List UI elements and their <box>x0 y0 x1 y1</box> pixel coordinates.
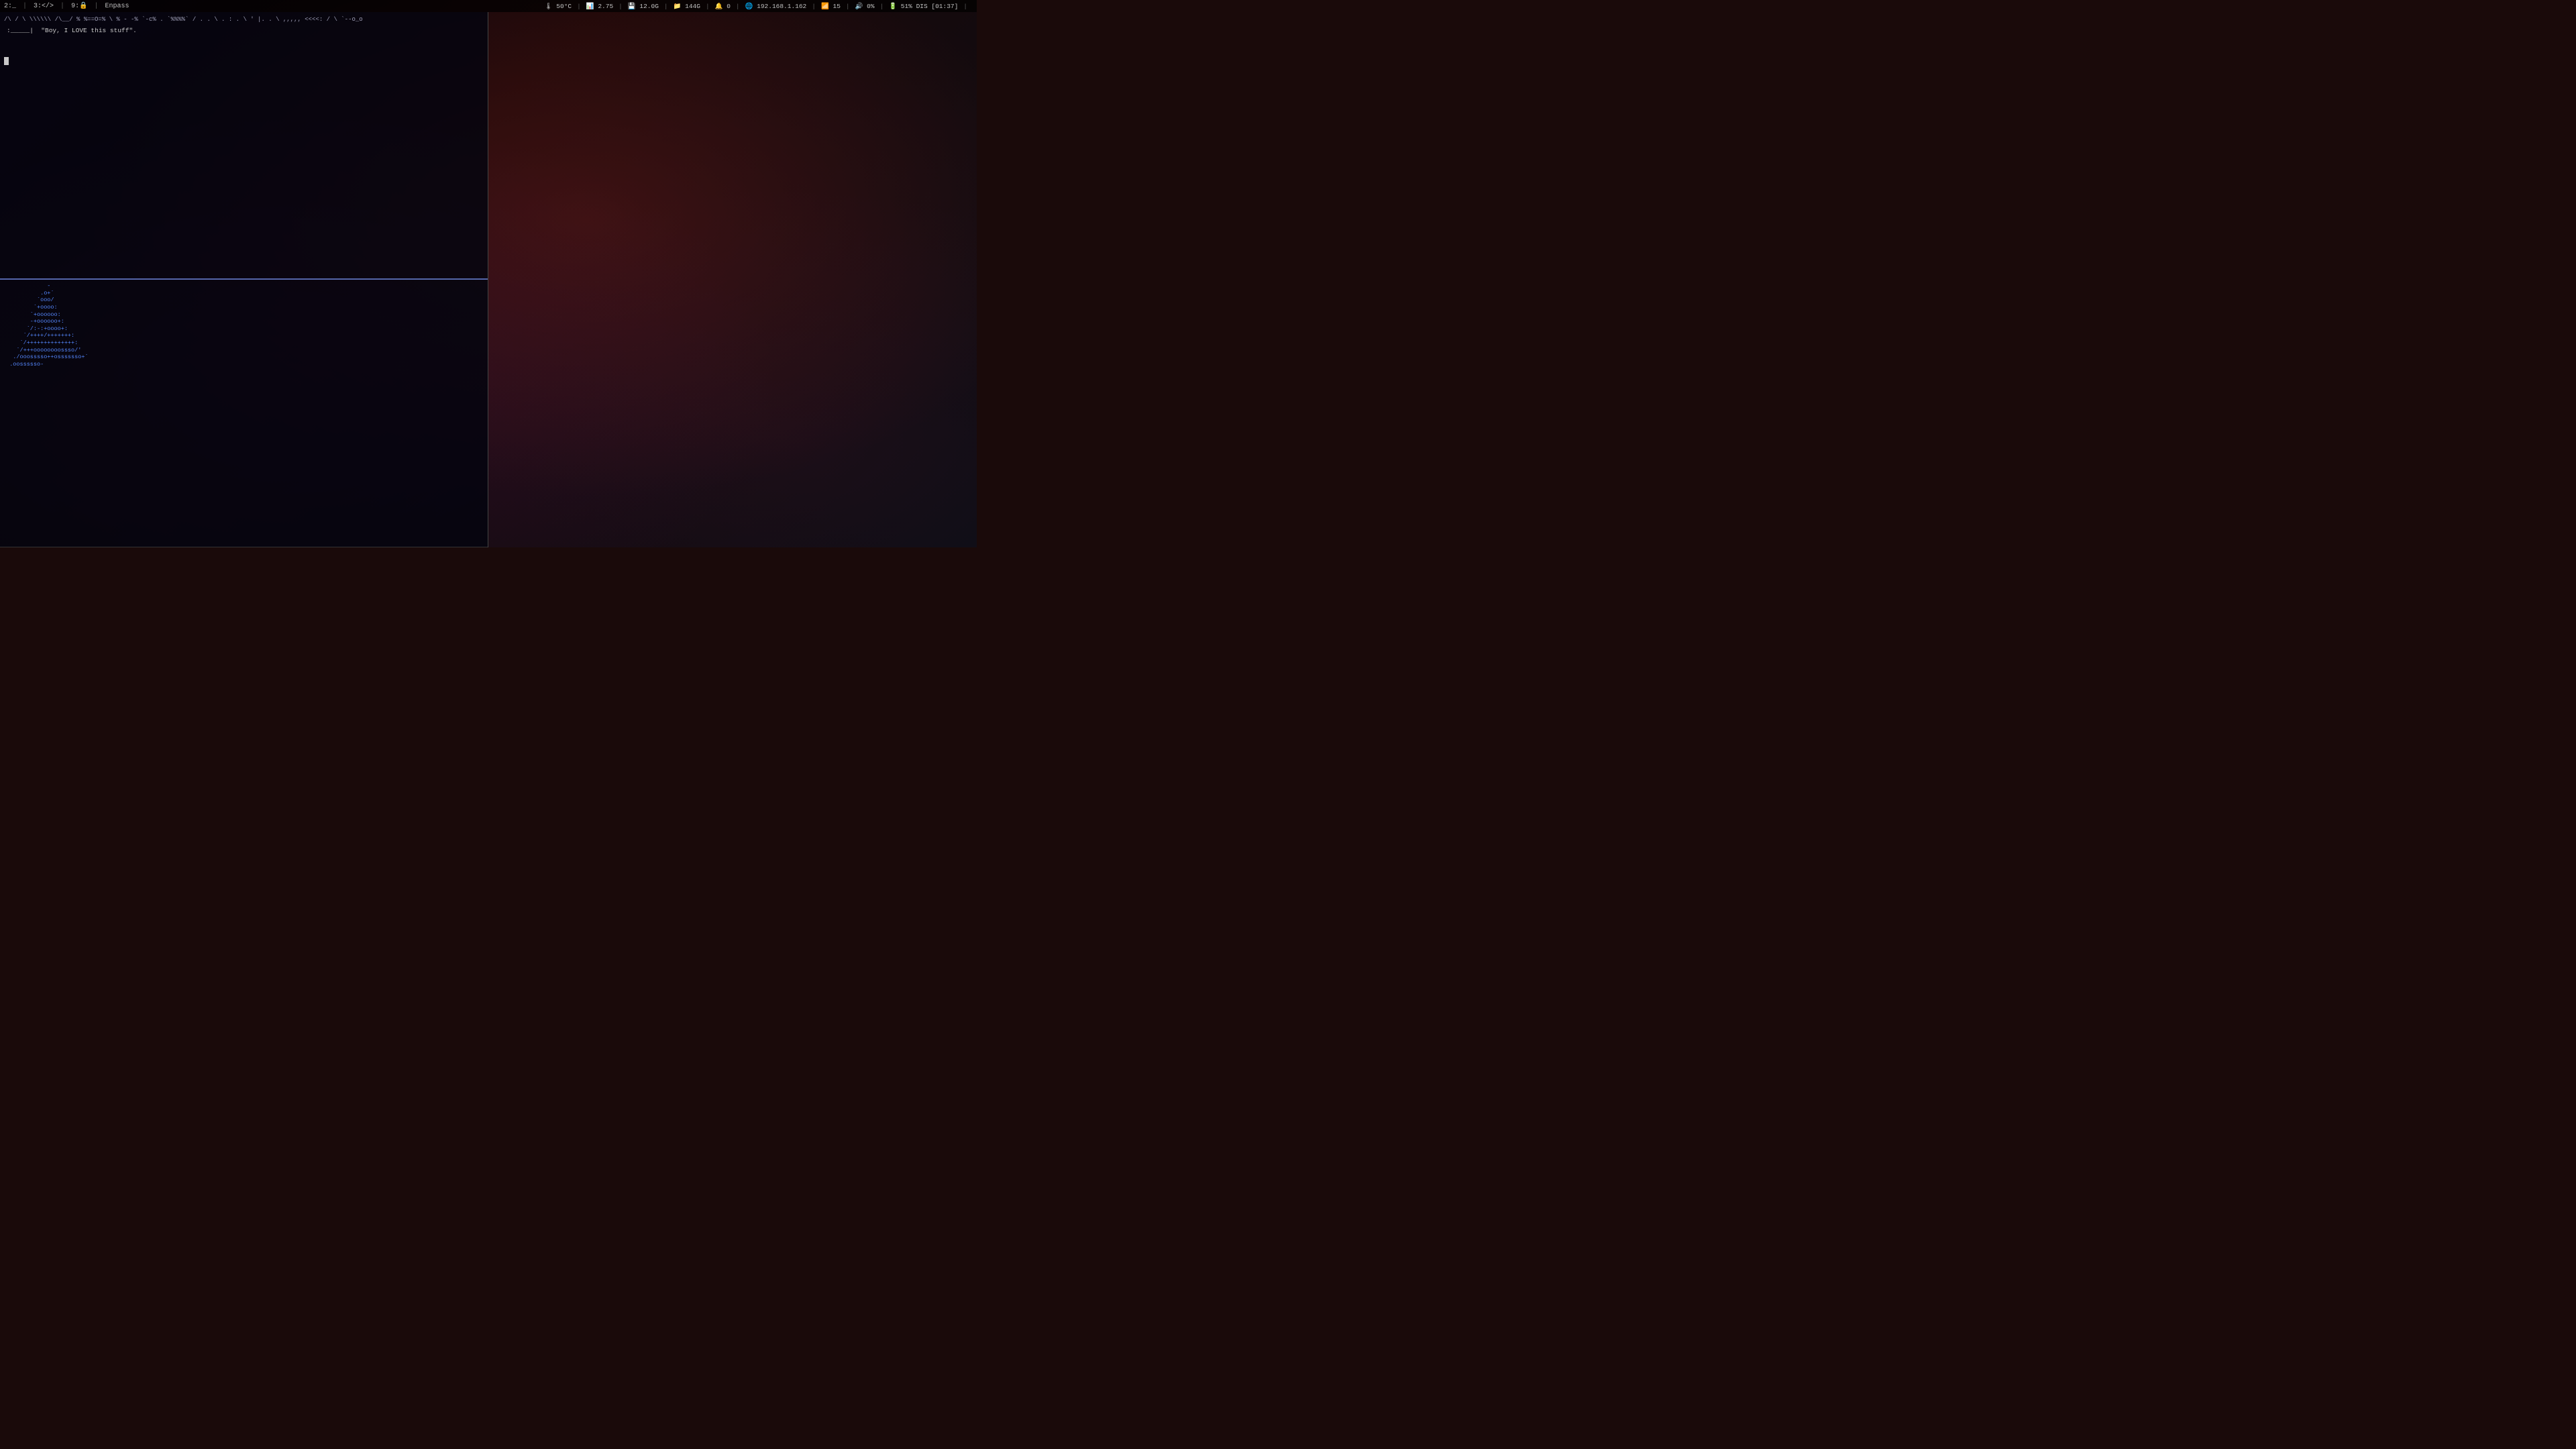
topbar-ram: 💾 12.0G <box>628 3 659 10</box>
topbar-workspace-2[interactable]: 2:_ <box>4 3 16 10</box>
bottom-split: - .o+` `ooo/ `+oooo: `+oooooo: -+oooooo+… <box>0 280 488 547</box>
topbar-disk: 📁 144G <box>674 3 700 10</box>
terminal-quote: :_____| "Boy, I LOVE this stuff". <box>4 24 484 38</box>
topbar-vol: 🔊 0% <box>855 3 875 10</box>
topbar-workspace-9[interactable]: 9:🔒 <box>71 2 87 10</box>
terminal-bottom: - .o+` `ooo/ `+oooo: `+oooooo: -+oooooo+… <box>0 280 488 547</box>
topbar-alert: 🔔 0 <box>715 3 731 10</box>
topbar-right: 🌡 50°C | 📊 2.75 | 💾 12.0G | 📁 144G | 🔔 0… <box>545 3 973 10</box>
topbar-ip: 🌐 192.168.1.162 <box>745 3 807 10</box>
topbar-signal: 📶 15 <box>821 3 841 10</box>
arch-logo: - .o+` `ooo/ `+oooo: `+oooooo: -+oooooo+… <box>0 280 134 547</box>
topbar-enpass[interactable]: Enpass <box>105 3 129 10</box>
ascii-art: /\ / \ \\\\\\ /\__/ % %==O=% \ % - -% `-… <box>4 16 484 24</box>
prompt-line <box>4 57 484 66</box>
topbar-battery: 🔋 51% DIS [01:37] <box>889 3 958 10</box>
topbar-load: 📊 2.75 <box>586 3 613 10</box>
topbar-temp: 🌡 50°C <box>545 3 572 10</box>
main-layout: /\ / \ \\\\\\ /\__/ % %==O=% \ % - -% `-… <box>0 12 977 547</box>
left-panel: /\ / \ \\\\\\ /\__/ % %==O=% \ % - -% `-… <box>0 12 488 547</box>
terminal-top[interactable]: /\ / \ \\\\\\ /\__/ % %==O=% \ % - -% `-… <box>0 12 488 280</box>
topbar-workspace-3[interactable]: 3:</> <box>34 3 54 10</box>
topbar: 2:_ | 3:</> | 9:🔒 | Enpass 🌡 50°C | 📊 2.… <box>0 0 977 12</box>
topbar-left: 2:_ | 3:</> | 9:🔒 | Enpass <box>4 2 129 10</box>
